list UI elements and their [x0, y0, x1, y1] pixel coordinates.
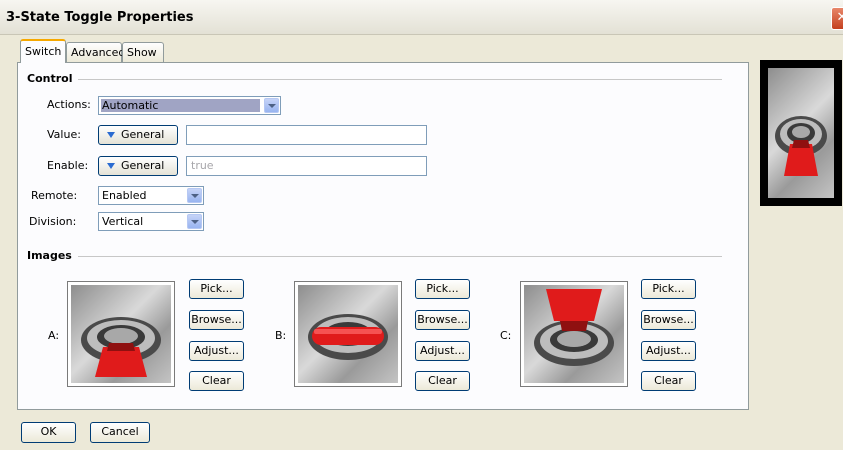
image-a-pick-button[interactable]: Pick... [189, 279, 244, 299]
control-divider [78, 79, 722, 80]
enable-general-label: General [121, 159, 165, 172]
toggle-middle-image [308, 314, 388, 360]
tab-advanced[interactable]: Advanced [66, 42, 125, 62]
image-c-adjust-button[interactable]: Adjust... [641, 341, 696, 361]
images-heading: Images [27, 249, 78, 262]
chevron-down-icon[interactable] [187, 188, 202, 203]
cancel-button[interactable]: Cancel [90, 422, 150, 443]
image-c-label: C: [500, 329, 512, 342]
image-a-preview[interactable] [67, 281, 175, 387]
tab-show[interactable]: Show [122, 42, 164, 62]
image-b-label: B: [275, 329, 287, 342]
image-c-browse-button[interactable]: Browse... [641, 310, 696, 330]
division-value: Vertical [102, 215, 144, 228]
title-bar: 3-State Toggle Properties ✕ [0, 0, 843, 35]
toggle-preview [760, 60, 842, 206]
image-b-clear-button[interactable]: Clear [415, 371, 470, 391]
image-c-pick-button[interactable]: Pick... [641, 279, 696, 299]
control-heading: Control [27, 72, 79, 85]
tab-switch[interactable]: Switch [20, 39, 66, 63]
image-a-label: A: [48, 329, 60, 342]
close-icon: ✕ [836, 10, 843, 25]
chevron-down-icon[interactable] [187, 214, 202, 229]
actions-label: Actions: [47, 98, 91, 111]
actions-select[interactable]: Automatic [98, 96, 281, 115]
value-general-button[interactable]: General [98, 125, 178, 145]
image-b-adjust-button[interactable]: Adjust... [415, 341, 470, 361]
value-input[interactable] [186, 125, 427, 145]
close-button[interactable]: ✕ [831, 7, 843, 30]
toggle-preview-image [775, 116, 827, 176]
remote-value: Enabled [102, 189, 147, 202]
image-a-clear-button[interactable]: Clear [189, 371, 244, 391]
chevron-down-icon[interactable] [264, 98, 279, 113]
value-label: Value: [47, 128, 81, 141]
images-divider [78, 256, 722, 257]
image-a-adjust-button[interactable]: Adjust... [189, 341, 244, 361]
window-title: 3-State Toggle Properties [6, 10, 194, 25]
enable-input[interactable]: true [186, 156, 427, 176]
image-b-pick-button[interactable]: Pick... [415, 279, 470, 299]
enable-label: Enable: [47, 159, 89, 172]
enable-general-button[interactable]: General [98, 156, 178, 176]
dropdown-triangle-icon [107, 163, 115, 169]
switch-tab-panel: Control Actions: Automatic Value: Genera… [17, 62, 749, 410]
toggle-up-image [534, 289, 614, 366]
image-a-browse-button[interactable]: Browse... [189, 310, 244, 330]
image-c-clear-button[interactable]: Clear [641, 371, 696, 391]
ok-button[interactable]: OK [21, 422, 76, 443]
image-c-preview[interactable] [520, 281, 628, 387]
dropdown-triangle-icon [107, 132, 115, 138]
division-label: Division: [29, 215, 77, 228]
remote-select[interactable]: Enabled [98, 186, 204, 205]
image-b-preview[interactable] [294, 281, 402, 387]
value-general-label: General [121, 128, 165, 141]
image-b-browse-button[interactable]: Browse... [415, 310, 470, 330]
division-select[interactable]: Vertical [98, 212, 204, 231]
remote-label: Remote: [31, 189, 78, 202]
actions-value: Automatic [102, 99, 159, 112]
toggle-down-image [81, 317, 161, 377]
